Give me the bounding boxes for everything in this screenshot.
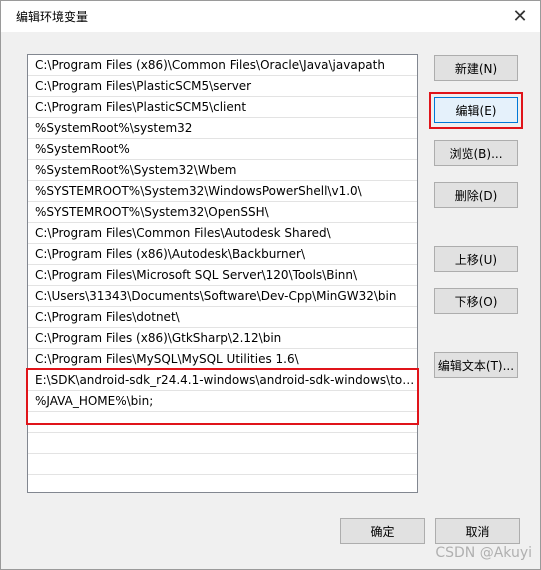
move-up-button[interactable]: 上移(U): [434, 246, 518, 272]
list-item[interactable]: C:\Program Files (x86)\Autodesk\Backburn…: [28, 244, 417, 265]
dialog-title: 编辑环境变量: [16, 10, 89, 24]
list-item[interactable]: C:\Users\31343\Documents\Software\Dev-Cp…: [28, 286, 417, 307]
list-item[interactable]: %SystemRoot%\system32: [28, 118, 417, 139]
list-item[interactable]: %SystemRoot%\System32\Wbem: [28, 160, 417, 181]
title-bar: 编辑环境变量 ✕: [1, 1, 540, 32]
watermark: CSDN @Akuyi: [435, 545, 532, 561]
list-item[interactable]: %SystemRoot%: [28, 139, 417, 160]
close-icon: ✕: [512, 5, 528, 27]
list-item[interactable]: C:\Program Files (x86)\GtkSharp\2.12\bin: [28, 328, 417, 349]
list-item[interactable]: C:\Program Files\PlasticSCM5\client: [28, 97, 417, 118]
list-item[interactable]: C:\Program Files\MySQL\MySQL Utilities 1…: [28, 349, 417, 370]
move-down-button[interactable]: 下移(O): [434, 288, 518, 314]
browse-button[interactable]: 浏览(B)...: [434, 140, 518, 166]
list-item[interactable]: [28, 433, 417, 454]
list-item[interactable]: E:\SDK\android-sdk_r24.4.1-windows\andro…: [28, 370, 417, 391]
edit-button[interactable]: 编辑(E): [434, 97, 518, 123]
list-item[interactable]: C:\Program Files (x86)\Common Files\Orac…: [28, 55, 417, 76]
list-item[interactable]: %SYSTEMROOT%\System32\OpenSSH\: [28, 202, 417, 223]
list-item[interactable]: [28, 412, 417, 433]
list-item[interactable]: %JAVA_HOME%\bin;: [28, 391, 417, 412]
list-item[interactable]: %SYSTEMROOT%\System32\WindowsPowerShell\…: [28, 181, 417, 202]
list-item[interactable]: C:\Program Files\Common Files\Autodesk S…: [28, 223, 417, 244]
new-button[interactable]: 新建(N): [434, 55, 518, 81]
list-item[interactable]: [28, 454, 417, 475]
edit-text-button[interactable]: 编辑文本(T)...: [434, 352, 518, 378]
close-button[interactable]: ✕: [508, 5, 532, 27]
path-list[interactable]: C:\Program Files (x86)\Common Files\Orac…: [27, 54, 418, 493]
list-item[interactable]: C:\Program Files\PlasticSCM5\server: [28, 76, 417, 97]
delete-button[interactable]: 删除(D): [434, 182, 518, 208]
ok-button[interactable]: 确定: [340, 518, 425, 544]
list-item[interactable]: [28, 475, 417, 492]
edit-environment-variable-dialog: 编辑环境变量 ✕ C:\Program Files (x86)\Common F…: [0, 0, 541, 570]
list-item[interactable]: C:\Program Files\Microsoft SQL Server\12…: [28, 265, 417, 286]
cancel-button[interactable]: 取消: [435, 518, 520, 544]
list-item[interactable]: C:\Program Files\dotnet\: [28, 307, 417, 328]
